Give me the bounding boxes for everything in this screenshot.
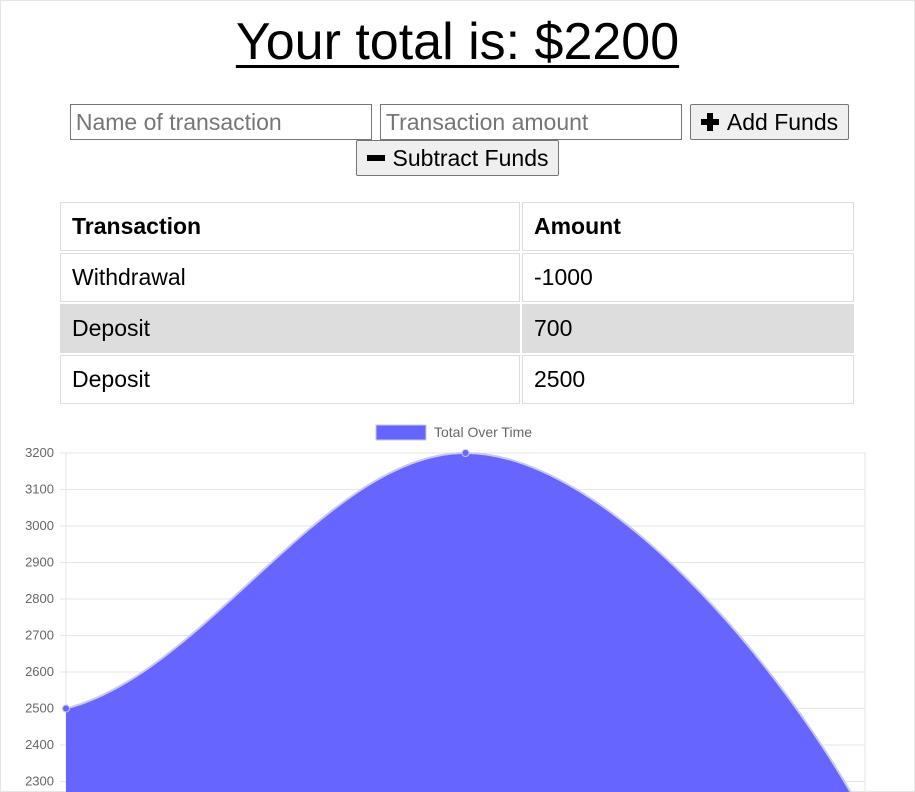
transaction-name-input[interactable] <box>69 104 372 140</box>
y-tick-label: 2700 <box>25 628 54 643</box>
legend-label: Total Over Time <box>434 424 532 440</box>
transaction-name-cell: Deposit <box>60 304 520 353</box>
transaction-form: Add Funds <box>0 104 915 140</box>
y-tick-label: 2300 <box>25 774 54 789</box>
table-header-row: Transaction Amount <box>60 202 854 251</box>
total-over-time-chart: 3200 3100 3000 2900 2800 2700 2600 2500 2400 2300… <box>0 418 915 792</box>
transactions-table: Transaction Amount Withdrawal -1000 Depo… <box>58 200 856 406</box>
y-tick-label: 3000 <box>25 518 54 533</box>
y-tick-label: 2800 <box>25 591 54 606</box>
plus-icon <box>700 113 719 131</box>
transaction-name-cell: Deposit <box>60 355 520 404</box>
add-funds-button[interactable]: Add Funds <box>689 104 850 140</box>
table-row: Deposit 2500 <box>60 355 854 404</box>
subtract-funds-label: Subtract Funds <box>392 145 549 171</box>
subtract-funds-button[interactable]: Subtract Funds <box>355 140 560 176</box>
transaction-amount-cell: -1000 <box>522 253 854 302</box>
header-amount: Amount <box>522 202 854 251</box>
add-funds-label: Add Funds <box>726 109 839 135</box>
chart-svg: 3200 3100 3000 2900 2800 2700 2600 2500 2400 2300… <box>25 424 866 792</box>
y-tick-label: 3100 <box>25 482 54 497</box>
minus-icon <box>366 149 385 167</box>
transaction-amount-cell: 700 <box>522 304 854 353</box>
y-tick-label: 2600 <box>25 664 54 679</box>
y-tick-label: 2500 <box>25 701 54 716</box>
y-tick-label: 2400 <box>25 737 54 752</box>
y-tick-label: 2900 <box>25 555 54 570</box>
table-row: Withdrawal -1000 <box>60 253 854 302</box>
transaction-amount-input[interactable] <box>379 104 682 140</box>
transaction-name-cell: Withdrawal <box>60 253 520 302</box>
subtract-row: Subtract Funds <box>0 140 915 176</box>
y-tick-label: 3200 <box>25 445 54 460</box>
transaction-amount-cell: 2500 <box>522 355 854 404</box>
total-heading: Your total is: $2200 <box>235 13 680 71</box>
data-point <box>62 704 70 713</box>
legend-swatch <box>375 424 427 441</box>
series-area <box>66 453 851 792</box>
header-transaction: Transaction <box>60 202 520 251</box>
table-row: Deposit 700 <box>60 304 854 353</box>
data-point <box>461 449 470 457</box>
